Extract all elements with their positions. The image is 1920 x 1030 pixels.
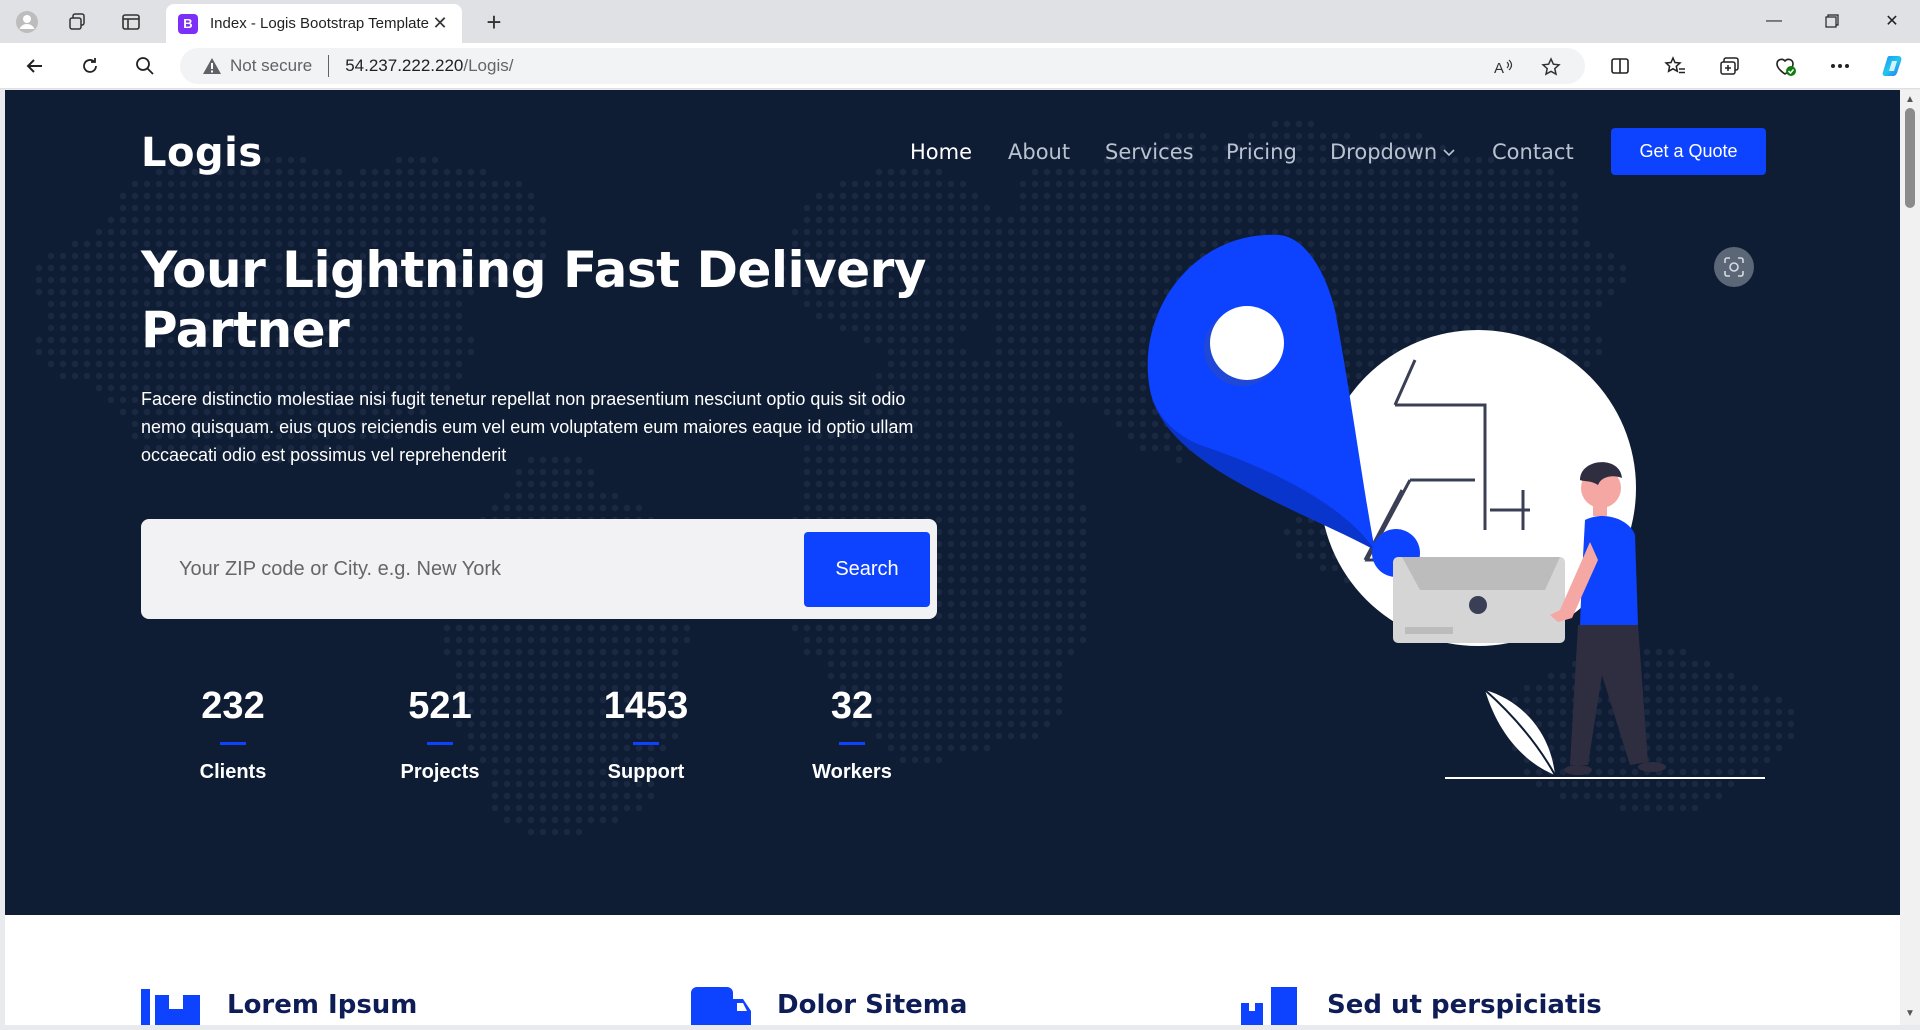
feature-title: Sed ut perspiciatis xyxy=(1327,990,1602,1020)
location-pin-icon xyxy=(1147,234,1375,550)
warning-icon xyxy=(203,58,221,74)
profile-icon[interactable] xyxy=(14,9,40,35)
minimize-icon[interactable]: — xyxy=(1748,6,1800,36)
read-aloud-icon[interactable]: A xyxy=(1490,54,1518,80)
leaf xyxy=(1485,690,1555,775)
feature-item: Dolor Sitema xyxy=(691,985,967,1025)
nav-dropdown-label: Dropdown xyxy=(1330,140,1438,164)
stat-value: 32 xyxy=(830,685,874,727)
search-button[interactable]: Search xyxy=(804,532,930,607)
workspaces-icon[interactable] xyxy=(64,9,90,35)
nav-home[interactable]: Home xyxy=(910,140,972,164)
stat-workers: 32 Workers xyxy=(752,685,952,784)
svg-text:A: A xyxy=(1494,60,1504,76)
scroll-up-icon[interactable]: ▲ xyxy=(1905,94,1915,105)
nav-about[interactable]: About xyxy=(1008,140,1070,164)
get-a-quote-button[interactable]: Get a Quote xyxy=(1611,128,1766,175)
back-icon[interactable] xyxy=(20,52,50,80)
url-host: 54.237.222.220 xyxy=(345,56,464,75)
favorite-star-icon[interactable] xyxy=(1537,54,1565,80)
browser-essentials-icon[interactable] xyxy=(1771,53,1799,79)
favorites-icon[interactable] xyxy=(1661,53,1689,79)
copilot-icon[interactable] xyxy=(1880,53,1908,79)
stat-divider xyxy=(839,742,865,745)
stat-label: Clients xyxy=(199,761,267,783)
more-options-icon[interactable] xyxy=(1826,53,1854,79)
stat-divider xyxy=(427,742,453,745)
scroll-down-icon[interactable]: ▼ xyxy=(1905,1008,1915,1019)
boxes-icon xyxy=(1241,987,1297,1025)
cart-flatbed-icon xyxy=(141,989,200,1025)
feature-item: Sed ut perspiciatis xyxy=(1241,985,1602,1025)
browser-tab-bar: B Index - Logis Bootstrap Template ✕ + —… xyxy=(0,0,1920,43)
tab-title: Index - Logis Bootstrap Template xyxy=(210,15,430,32)
not-secure-label[interactable]: Not secure xyxy=(230,56,312,76)
stat-value: 521 xyxy=(408,685,472,727)
delivery-illustration xyxy=(1147,234,1765,779)
feature-item: Lorem Ipsum xyxy=(141,985,417,1025)
address-bar[interactable]: Not secure 54.237.222.220/Logis/ A xyxy=(180,48,1585,84)
feature-title: Lorem Ipsum xyxy=(227,990,418,1020)
feature-title: Dolor Sitema xyxy=(777,990,968,1020)
divider xyxy=(328,55,330,77)
active-tab[interactable]: B Index - Logis Bootstrap Template ✕ xyxy=(166,4,462,43)
close-tab-icon[interactable]: ✕ xyxy=(430,13,450,34)
page-scrollbar[interactable]: ▲ ▼ xyxy=(1900,90,1920,1025)
split-screen-icon[interactable] xyxy=(1606,53,1634,79)
collections-icon[interactable] xyxy=(1716,53,1744,79)
stat-divider xyxy=(633,742,659,745)
page-viewport: Logis Home About Services Pricing Dropdo… xyxy=(5,90,1900,1025)
new-tab-icon[interactable]: + xyxy=(480,7,508,37)
close-window-icon[interactable]: ✕ xyxy=(1866,6,1918,36)
stat-value: 232 xyxy=(201,685,265,727)
zip-search-form: Search xyxy=(141,519,937,619)
nav-pricing[interactable]: Pricing xyxy=(1226,140,1297,164)
nav-services[interactable]: Services xyxy=(1105,140,1194,164)
browser-toolbar: Not secure 54.237.222.220/Logis/ A xyxy=(0,43,1920,89)
stat-projects: 521 Projects xyxy=(340,685,540,784)
reload-icon[interactable] xyxy=(75,52,105,80)
stat-label: Projects xyxy=(400,761,480,783)
vertical-tabs-icon[interactable] xyxy=(118,9,144,35)
chevron-down-icon xyxy=(1443,149,1455,157)
stat-clients: 232 Clients xyxy=(133,685,333,784)
scroll-thumb[interactable] xyxy=(1905,108,1915,208)
site-logo[interactable]: Logis xyxy=(141,130,263,176)
hero-title: Your Lightning Fast Delivery Partner xyxy=(141,241,926,359)
nav-contact[interactable]: Contact xyxy=(1492,140,1574,164)
url-path: /Logis/ xyxy=(463,56,514,75)
restore-icon[interactable] xyxy=(1806,6,1858,36)
nav-dropdown[interactable]: Dropdown xyxy=(1330,140,1457,164)
truck-icon xyxy=(691,987,751,1025)
stat-divider xyxy=(220,742,246,745)
stat-label: Support xyxy=(607,761,685,783)
hero-description: Facere distinctio molestiae nisi fugit t… xyxy=(141,389,914,465)
stat-label: Workers xyxy=(812,761,892,783)
url-text[interactable]: 54.237.222.220/Logis/ xyxy=(345,56,513,76)
hero-section: Logis Home About Services Pricing Dropdo… xyxy=(5,90,1900,915)
stat-value: 1453 xyxy=(603,685,689,727)
visual-search-lens-icon[interactable] xyxy=(1714,247,1754,287)
bootstrap-favicon-icon: B xyxy=(178,13,198,34)
zip-search-input[interactable] xyxy=(161,539,761,599)
search-icon[interactable] xyxy=(130,52,160,80)
stat-support: 1453 Support xyxy=(546,685,746,784)
